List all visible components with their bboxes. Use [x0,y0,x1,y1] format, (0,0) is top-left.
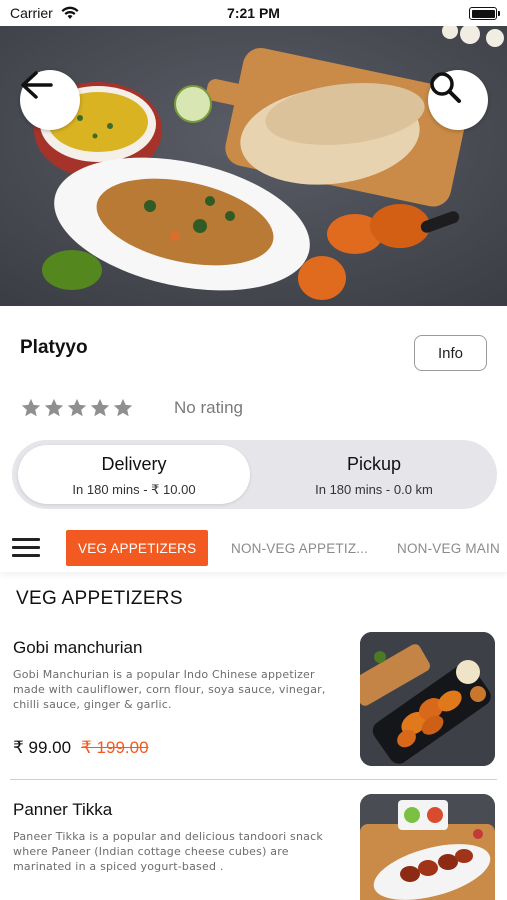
category-tabs: VEG APPETIZERS NON-VEG APPETIZ... NON-VE… [0,525,507,572]
back-button[interactable] [20,70,80,130]
status-bar: Carrier 7:21 PM [0,0,507,26]
gobi-manchurian-photo [360,632,495,766]
dish-original-price: ₹ 199.00 [81,738,149,757]
hamburger-icon[interactable] [12,538,40,560]
arrow-left-icon [21,71,53,99]
dish-description: Paneer Tikka is a popular and delicious … [13,830,323,873]
tab-veg-appetizers[interactable]: VEG APPETIZERS [66,530,209,566]
battery-icon [469,7,500,20]
clock: 7:21 PM [227,5,280,21]
info-button[interactable]: Info [414,335,487,371]
tab-non-veg-main[interactable]: NON-VEG MAIN [397,530,500,566]
food-photo [0,26,507,306]
search-icon [430,72,461,103]
delivery-option[interactable]: Delivery In 180 mins - ₹ 10.00 [18,445,250,504]
divider [10,779,497,780]
star-icon [113,398,133,417]
tab-non-veg-appetizers[interactable]: NON-VEG APPETIZ... [231,530,368,566]
list-item[interactable]: Gobi manchurian Gobi Manchurian is a pop… [0,632,507,780]
rating-row: No rating [20,397,243,419]
list-item[interactable]: Panner Tikka Paneer Tikka is a popular a… [0,794,507,900]
dish-name: Gobi manchurian [13,638,143,657]
star-icon [44,398,64,417]
star-icon [90,398,110,417]
paneer-tikka-photo [360,794,495,900]
pickup-title: Pickup [346,454,402,474]
star-icon [21,398,41,417]
order-mode-toggle: Delivery In 180 mins - ₹ 10.00 Pickup In… [12,440,497,509]
star-rating [20,397,134,419]
dish-image [360,794,495,900]
dish-price: ₹ 99.00 [13,738,72,757]
dish-image [360,632,495,766]
star-icon [67,398,87,417]
search-button[interactable] [428,70,488,130]
section-title: VEG APPETIZERS [16,588,183,609]
dish-name: Panner Tikka [13,800,113,819]
restaurant-name: Platyyo [20,337,88,358]
rating-text: No rating [174,398,243,417]
dish-description: Gobi Manchurian is a popular Indo Chines… [13,668,326,711]
delivery-title: Delivery [101,454,167,474]
restaurant-hero-image [0,26,507,306]
delivery-subtitle: In 180 mins - ₹ 10.00 [72,482,196,497]
pickup-subtitle: In 180 mins - 0.0 km [315,482,433,497]
pickup-option[interactable]: Pickup In 180 mins - 0.0 km [258,445,490,504]
